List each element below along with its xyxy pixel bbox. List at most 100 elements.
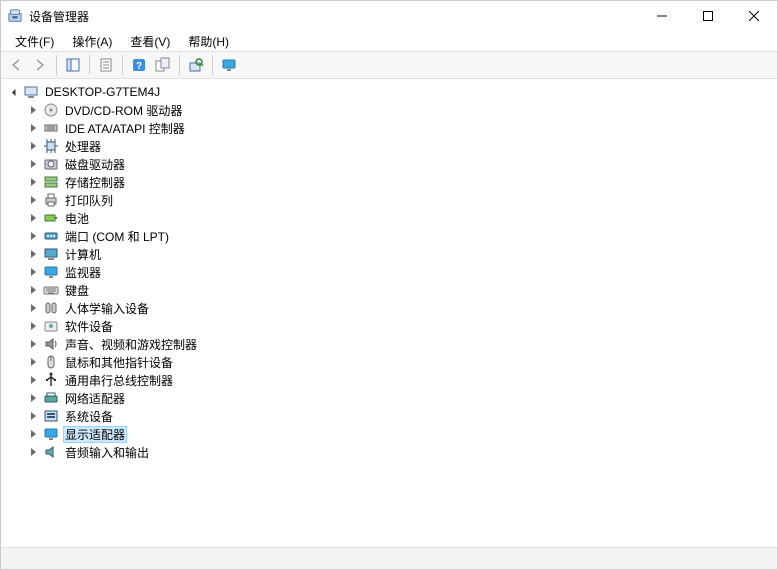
tree-category-label[interactable]: DVD/CD-ROM 驱动器 [63, 102, 184, 119]
expander-icon[interactable] [27, 248, 39, 260]
network-icon [43, 390, 59, 406]
menu-file[interactable]: 文件(F) [7, 32, 62, 51]
expander-icon[interactable] [27, 122, 39, 134]
expander-icon[interactable] [27, 410, 39, 422]
toolbar-scan-hardware-button[interactable] [185, 54, 207, 76]
tree-root-row[interactable]: DESKTOP-G7TEM4J [1, 83, 777, 101]
expander-icon[interactable] [27, 104, 39, 116]
expander-icon[interactable] [27, 176, 39, 188]
toolbar-back-button[interactable] [5, 54, 27, 76]
tree-category-row[interactable]: 计算机 [1, 245, 777, 263]
toolbar-update-driver-button[interactable] [152, 54, 174, 76]
tree-category-label[interactable]: 监视器 [63, 264, 103, 281]
toolbar-forward-button[interactable] [29, 54, 51, 76]
tree-category-label[interactable]: 处理器 [63, 138, 103, 155]
expander-icon[interactable] [27, 158, 39, 170]
toolbar-properties-button[interactable] [95, 54, 117, 76]
tree-category-label[interactable]: 声音、视频和游戏控制器 [63, 336, 199, 353]
ide-icon [43, 120, 59, 136]
expander-icon[interactable] [27, 320, 39, 332]
window-title: 设备管理器 [29, 8, 89, 25]
tree-category-label[interactable]: IDE ATA/ATAPI 控制器 [63, 120, 187, 137]
tree-category-row[interactable]: 磁盘驱动器 [1, 155, 777, 173]
port-icon [43, 228, 59, 244]
tree-category-row[interactable]: 声音、视频和游戏控制器 [1, 335, 777, 353]
maximize-button[interactable] [685, 1, 731, 31]
expander-icon[interactable] [27, 284, 39, 296]
tree-category-row[interactable]: 处理器 [1, 137, 777, 155]
expander-icon[interactable] [7, 86, 19, 98]
tree-category-row[interactable]: 通用串行总线控制器 [1, 371, 777, 389]
tree-category-row[interactable]: 监视器 [1, 263, 777, 281]
computer-icon [23, 84, 39, 100]
toolbar-separator [179, 55, 180, 75]
tree-category-label[interactable]: 软件设备 [63, 318, 115, 335]
disc-icon [43, 102, 59, 118]
toolbar-separator [212, 55, 213, 75]
menu-help[interactable]: 帮助(H) [180, 32, 237, 51]
toolbar-help-button[interactable]: ? [128, 54, 150, 76]
tree-category-row[interactable]: 打印队列 [1, 191, 777, 209]
tree-category-row[interactable]: 网络适配器 [1, 389, 777, 407]
tree-category-row[interactable]: 音频输入和输出 [1, 443, 777, 461]
tree-category-label[interactable]: 磁盘驱动器 [63, 156, 127, 173]
expander-icon[interactable] [27, 338, 39, 350]
toolbar-monitor-button[interactable] [218, 54, 240, 76]
expander-icon[interactable] [27, 194, 39, 206]
device-tree[interactable]: DESKTOP-G7TEM4J DVD/CD-ROM 驱动器IDE ATA/AT… [1, 79, 777, 547]
tree-category-row[interactable]: 系统设备 [1, 407, 777, 425]
disk-icon [43, 156, 59, 172]
tree-category-row[interactable]: 鼠标和其他指针设备 [1, 353, 777, 371]
tree-category-row[interactable]: 人体学输入设备 [1, 299, 777, 317]
expander-icon[interactable] [27, 212, 39, 224]
audio-icon [43, 444, 59, 460]
tree-category-label[interactable]: 电池 [63, 210, 91, 227]
tree-category-label[interactable]: 显示适配器 [63, 426, 127, 443]
statusbar [1, 547, 777, 569]
toolbar-separator [122, 55, 123, 75]
expander-icon[interactable] [27, 140, 39, 152]
expander-icon[interactable] [27, 392, 39, 404]
expander-icon[interactable] [27, 230, 39, 242]
tree-root-label[interactable]: DESKTOP-G7TEM4J [43, 85, 162, 99]
tree-category-label[interactable]: 通用串行总线控制器 [63, 372, 175, 389]
tree-category-row[interactable]: 端口 (COM 和 LPT) [1, 227, 777, 245]
monitor-icon [43, 264, 59, 280]
tree-category-label[interactable]: 系统设备 [63, 408, 115, 425]
tree-category-label[interactable]: 存储控制器 [63, 174, 127, 191]
usb-icon [43, 372, 59, 388]
printer-icon [43, 192, 59, 208]
system-icon [43, 408, 59, 424]
tree-category-label[interactable]: 计算机 [63, 246, 103, 263]
tree-category-label[interactable]: 鼠标和其他指针设备 [63, 354, 175, 371]
tree-category-row[interactable]: 显示适配器 [1, 425, 777, 443]
hid-icon [43, 300, 59, 316]
tree-category-row[interactable]: 键盘 [1, 281, 777, 299]
tree-category-row[interactable]: IDE ATA/ATAPI 控制器 [1, 119, 777, 137]
close-button[interactable] [731, 1, 777, 31]
tree-category-label[interactable]: 键盘 [63, 282, 91, 299]
toolbar-separator [89, 55, 90, 75]
tree-category-row[interactable]: 软件设备 [1, 317, 777, 335]
expander-icon[interactable] [27, 428, 39, 440]
window-controls [639, 1, 777, 31]
expander-icon[interactable] [27, 374, 39, 386]
tree-category-row[interactable]: DVD/CD-ROM 驱动器 [1, 101, 777, 119]
tree-category-label[interactable]: 人体学输入设备 [63, 300, 151, 317]
tree-category-label[interactable]: 音频输入和输出 [63, 444, 151, 461]
toolbar-show-hide-button[interactable] [62, 54, 84, 76]
menu-view[interactable]: 查看(V) [122, 32, 178, 51]
expander-icon[interactable] [27, 446, 39, 458]
tree-category-label[interactable]: 网络适配器 [63, 390, 127, 407]
expander-icon[interactable] [27, 302, 39, 314]
keyboard-icon [43, 282, 59, 298]
tree-category-label[interactable]: 打印队列 [63, 192, 115, 209]
menu-action[interactable]: 操作(A) [64, 32, 120, 51]
expander-icon[interactable] [27, 356, 39, 368]
cpu-icon [43, 138, 59, 154]
tree-category-label[interactable]: 端口 (COM 和 LPT) [63, 228, 171, 245]
minimize-button[interactable] [639, 1, 685, 31]
tree-category-row[interactable]: 存储控制器 [1, 173, 777, 191]
tree-category-row[interactable]: 电池 [1, 209, 777, 227]
expander-icon[interactable] [27, 266, 39, 278]
